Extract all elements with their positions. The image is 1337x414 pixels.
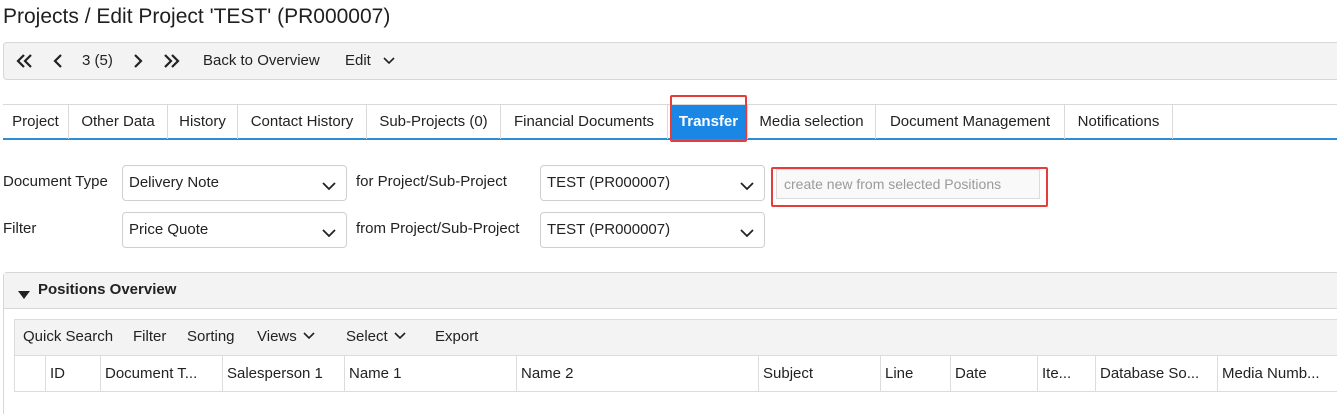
column-header[interactable]: Line xyxy=(880,356,950,391)
quick-search-button[interactable]: Quick Search xyxy=(23,320,113,354)
filter-value: Price Quote xyxy=(129,221,209,238)
from-project-value: TEST (PR000007) xyxy=(547,221,671,238)
page-title: Projects / Edit Project 'TEST' (PR000007… xyxy=(3,5,391,28)
record-position: 3 (5) xyxy=(82,52,113,69)
column-header[interactable]: Date xyxy=(950,356,1037,391)
edit-menu-button[interactable]: Edit xyxy=(345,43,395,79)
tab-bar: Project Other Data History Contact Histo… xyxy=(3,104,1337,140)
tab-contact-history[interactable]: Contact History xyxy=(238,105,367,139)
for-project-label: for Project/Sub-Project xyxy=(356,173,507,190)
for-project-value: TEST (PR000007) xyxy=(547,174,671,191)
tab-financial-documents[interactable]: Financial Documents xyxy=(501,105,668,139)
select-label: Select xyxy=(346,328,388,345)
tab-document-management[interactable]: Document Management xyxy=(876,105,1065,139)
double-chevron-right-icon[interactable] xyxy=(162,43,180,79)
select-all-column[interactable] xyxy=(15,356,45,391)
double-chevron-left-icon[interactable] xyxy=(16,43,34,79)
chevron-left-icon[interactable] xyxy=(52,43,64,79)
back-to-overview-button[interactable]: Back to Overview xyxy=(203,43,320,79)
select-menu-button[interactable]: Select xyxy=(346,320,406,354)
column-header[interactable]: Subject xyxy=(758,356,880,391)
from-project-select[interactable]: TEST (PR000007) xyxy=(540,212,765,248)
tab-notifications[interactable]: Notifications xyxy=(1065,105,1173,139)
positions-overview-panel: Positions Overview Quick Search Filter S… xyxy=(3,272,1337,414)
chevron-down-icon xyxy=(322,178,336,195)
column-header[interactable]: Media Numb... xyxy=(1217,356,1337,391)
from-project-label: from Project/Sub-Project xyxy=(356,220,520,237)
tab-project[interactable]: Project xyxy=(3,105,69,139)
grid-toolbar: Quick Search Filter Sorting Views Select… xyxy=(14,319,1337,355)
column-header[interactable]: Document T... xyxy=(100,356,222,391)
export-button[interactable]: Export xyxy=(435,320,478,354)
edit-label: Edit xyxy=(345,52,371,69)
tab-media-selection[interactable]: Media selection xyxy=(748,105,876,139)
filter-select[interactable]: Price Quote xyxy=(122,212,347,248)
tab-sub-projects[interactable]: Sub-Projects (0) xyxy=(367,105,501,139)
filter-label: Filter xyxy=(3,220,37,237)
column-header[interactable]: Salesperson 1 xyxy=(222,356,344,391)
column-header[interactable]: Database So... xyxy=(1095,356,1217,391)
grid-header: ID Document T... Salesperson 1 Name 1 Na… xyxy=(14,355,1337,392)
chevron-down-icon xyxy=(297,328,315,345)
tab-transfer[interactable]: Transfer xyxy=(670,105,748,139)
document-type-label: Document Type xyxy=(3,173,108,190)
chevron-down-icon xyxy=(740,178,754,195)
positions-overview-title: Positions Overview xyxy=(38,281,177,298)
chevron-down-icon xyxy=(322,225,336,242)
sorting-button[interactable]: Sorting xyxy=(187,320,235,354)
tab-history[interactable]: History xyxy=(168,105,238,139)
chevron-right-icon[interactable] xyxy=(132,43,144,79)
tab-other-data[interactable]: Other Data xyxy=(69,105,168,139)
document-type-value: Delivery Note xyxy=(129,174,220,191)
record-toolbar: 3 (5) Back to Overview Edit xyxy=(3,42,1337,80)
views-label: Views xyxy=(257,328,297,345)
column-header[interactable]: Ite... xyxy=(1037,356,1095,391)
for-project-select[interactable]: TEST (PR000007) xyxy=(540,165,765,201)
document-type-select[interactable]: Delivery Note xyxy=(122,165,347,201)
chevron-down-icon xyxy=(740,225,754,242)
column-header[interactable]: Name 2 xyxy=(516,356,758,391)
views-menu-button[interactable]: Views xyxy=(257,320,315,354)
create-from-positions-button[interactable]: create new from selected Positions xyxy=(776,169,1040,199)
positions-overview-header[interactable]: Positions Overview xyxy=(4,273,1337,309)
filter-button[interactable]: Filter xyxy=(133,320,166,354)
column-header[interactable]: ID xyxy=(45,356,100,391)
column-header[interactable]: Name 1 xyxy=(344,356,516,391)
chevron-down-icon xyxy=(383,57,395,65)
chevron-down-icon xyxy=(388,328,406,345)
caret-down-icon[interactable] xyxy=(18,286,30,303)
